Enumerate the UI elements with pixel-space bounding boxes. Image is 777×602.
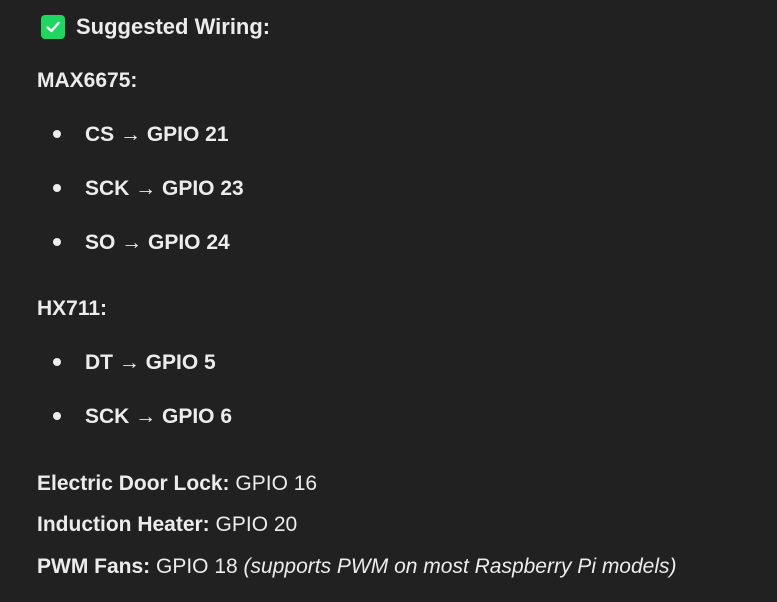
list-item: SCK → GPIO 23	[85, 177, 244, 200]
fans-line: PWM Fans: GPIO 18 (supports PWM on most …	[37, 556, 677, 577]
bullet	[53, 238, 61, 246]
bullet	[53, 184, 61, 192]
heater-line: Induction Heater: GPIO 20	[37, 514, 297, 535]
heading-max6675: MAX6675:	[37, 69, 138, 92]
line-note: (supports PWM on most Raspberry Pi model…	[243, 555, 677, 578]
bullet	[53, 412, 61, 420]
check-mark-icon	[41, 15, 65, 39]
section-title: Suggested Wiring:	[76, 14, 271, 39]
line-value: GPIO 16	[229, 472, 318, 495]
line-label: Electric Door Lock:	[37, 472, 230, 495]
list-item: CS → GPIO 21	[85, 123, 229, 146]
line-value: GPIO 20	[209, 513, 298, 536]
door-lock-line: Electric Door Lock: GPIO 16	[37, 473, 317, 494]
list-item: DT → GPIO 5	[85, 351, 216, 374]
list-item: SO → GPIO 24	[85, 231, 230, 254]
bullet	[53, 358, 61, 366]
heading-hx711: HX711:	[37, 297, 108, 320]
line-value: GPIO 18	[150, 555, 244, 578]
line-label: Induction Heater:	[37, 513, 210, 536]
bullet	[53, 130, 61, 138]
line-label: PWM Fans:	[37, 555, 151, 578]
list-item: SCK → GPIO 6	[85, 405, 233, 428]
